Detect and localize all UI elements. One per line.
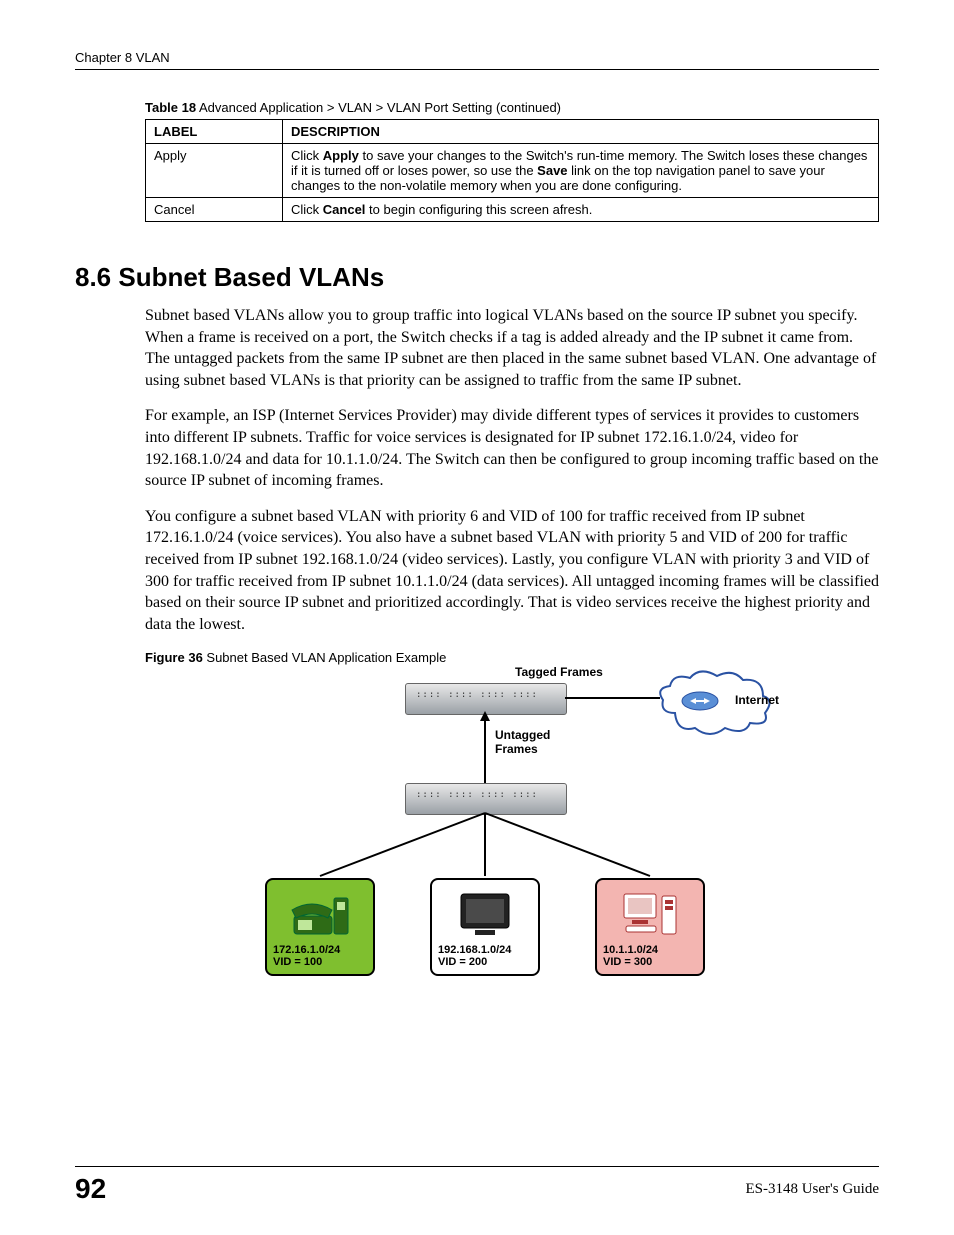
paragraph: You configure a subnet based VLAN with p… (145, 506, 879, 636)
arrow-up-icon (480, 711, 490, 721)
figure-caption-text: Subnet Based VLAN Application Example (203, 650, 447, 665)
header-rule (75, 69, 879, 70)
paragraph: Subnet based VLANs allow you to group tr… (145, 305, 879, 391)
diagram: Tagged Frames Internet Untagged Frames (145, 673, 879, 993)
th-label: LABEL (146, 120, 283, 144)
table-caption: Table 18 Advanced Application > VLAN > V… (145, 100, 879, 115)
connector-line (565, 697, 660, 699)
chapter-header: Chapter 8 VLAN (75, 50, 879, 65)
device-box-video: 192.168.1.0/24 VID = 200 (430, 878, 540, 976)
table-caption-number: Table 18 (145, 100, 196, 115)
device-box-voice: 172.16.1.0/24 VID = 100 (265, 878, 375, 976)
footer-rule (75, 1166, 879, 1167)
device-subnet: 10.1.1.0/24 (603, 944, 697, 956)
device-vid: VID = 300 (603, 956, 697, 968)
label-internet: Internet (735, 693, 779, 707)
table-row: Apply Click Apply to save your changes t… (146, 144, 879, 198)
table-row: Cancel Click Cancel to begin configuring… (146, 198, 879, 222)
device-vid: VID = 200 (438, 956, 532, 968)
settings-table: LABEL DESCRIPTION Apply Click Apply to s… (145, 119, 879, 222)
connector-line (484, 713, 486, 783)
th-description: DESCRIPTION (283, 120, 879, 144)
fanout-lines (265, 811, 705, 881)
page-number: 92 (75, 1173, 106, 1205)
device-subnet: 192.168.1.0/24 (438, 944, 532, 956)
phone-icon (290, 888, 350, 938)
page-footer: 92 ES-3148 User's Guide (75, 1166, 879, 1205)
label-tagged-frames: Tagged Frames (515, 665, 603, 679)
guide-title: ES-3148 User's Guide (745, 1181, 879, 1198)
figure-caption-number: Figure 36 (145, 650, 203, 665)
device-box-data: 10.1.1.0/24 VID = 300 (595, 878, 705, 976)
cell-description: Click Apply to save your changes to the … (283, 144, 879, 198)
figure-caption: Figure 36 Subnet Based VLAN Application … (145, 649, 879, 667)
label-untagged-line2: Frames (495, 742, 538, 756)
section-heading: 8.6 Subnet Based VLANs (75, 262, 879, 293)
tv-icon (455, 888, 515, 938)
label-untagged-frames: Untagged Frames (495, 728, 550, 756)
device-subnet: 172.16.1.0/24 (273, 944, 367, 956)
cell-label: Cancel (146, 198, 283, 222)
cell-description: Click Cancel to begin configuring this s… (283, 198, 879, 222)
cell-label: Apply (146, 144, 283, 198)
paragraph: For example, an ISP (Internet Services P… (145, 405, 879, 491)
device-vid: VID = 100 (273, 956, 367, 968)
pc-icon (620, 888, 680, 938)
label-untagged-line1: Untagged (495, 728, 550, 742)
section-body: Subnet based VLANs allow you to group tr… (145, 305, 879, 667)
table-caption-text: Advanced Application > VLAN > VLAN Port … (196, 100, 561, 115)
